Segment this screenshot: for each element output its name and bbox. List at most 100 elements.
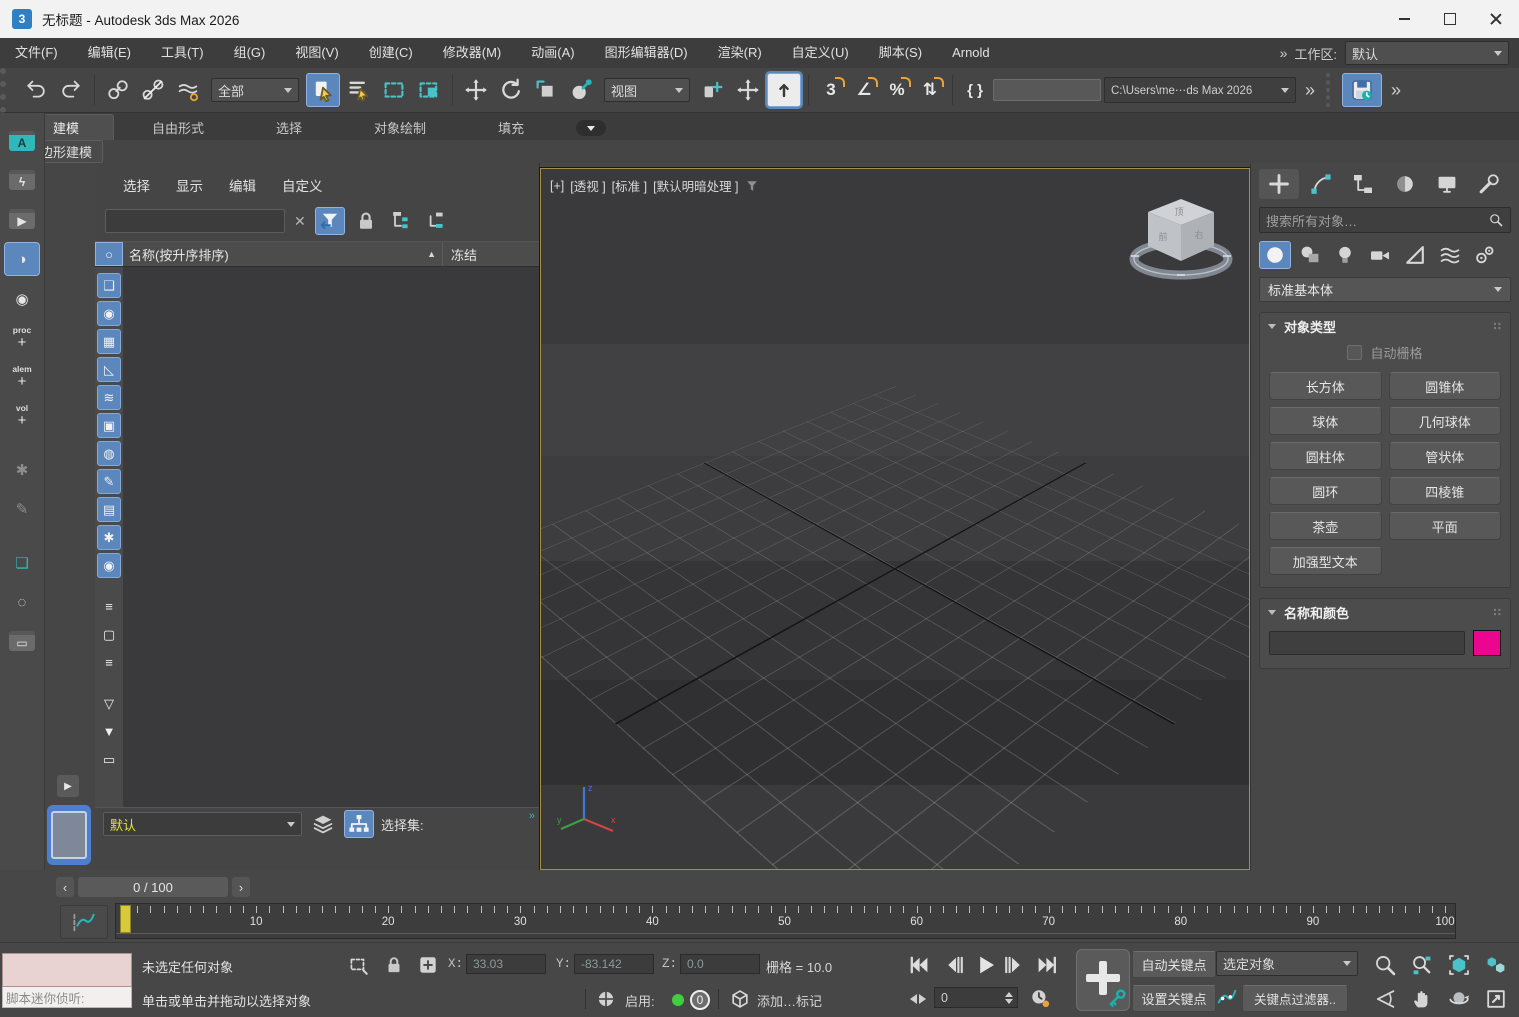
redo-button[interactable] xyxy=(55,74,87,106)
menu-group[interactable]: 组(G) xyxy=(219,38,281,68)
viewport-general-menu[interactable]: [+] xyxy=(549,178,565,194)
menu-views[interactable]: 视图(V) xyxy=(280,38,353,68)
time-tag-icon[interactable] xyxy=(594,988,618,1010)
menu-animation[interactable]: 动画(A) xyxy=(516,38,589,68)
object-type-rollout-header[interactable]: 对象类型 ∷ xyxy=(1260,313,1510,340)
toolbar-drag-handle[interactable] xyxy=(1326,73,1336,107)
select-and-rotate-button[interactable] xyxy=(495,74,527,106)
percent-snap-button[interactable]: % xyxy=(882,74,912,106)
zoom-all-button[interactable] xyxy=(1405,949,1439,980)
menu-edit[interactable]: 编辑(E) xyxy=(73,38,146,68)
sidebar-panel-bolt-icon[interactable]: ϟ xyxy=(5,164,39,196)
field-of-view-button[interactable] xyxy=(1368,983,1402,1014)
unlink-selection-button[interactable] xyxy=(137,74,169,106)
menu-file[interactable]: 文件(F) xyxy=(0,38,73,68)
create-sphere-button[interactable]: 球体 xyxy=(1269,407,1382,435)
explorer-filter-visibility-icon[interactable]: ◉ xyxy=(97,553,121,578)
set-key-big-button[interactable] xyxy=(1076,949,1130,1011)
sidebar-vol-add-icon[interactable]: vol+ xyxy=(5,400,39,432)
menu-graph-editors[interactable]: 图形编辑器(D) xyxy=(590,38,703,68)
explorer-filter-containers-icon[interactable]: ◍ xyxy=(97,441,121,466)
explorer-filter-helpers-icon[interactable]: ◺ xyxy=(97,357,121,382)
zero-badge[interactable]: 0 xyxy=(690,990,710,1010)
sidebar-pose-list-icon[interactable]: ✎ xyxy=(5,493,39,525)
explorer-filter-funnel-config-icon[interactable]: ▼ xyxy=(97,719,121,744)
create-pyramid-button[interactable]: 四棱锥 xyxy=(1389,477,1502,505)
explorer-filter-frames-icon[interactable]: ▤ xyxy=(97,497,121,522)
explorer-filter-groups-icon[interactable]: ▣ xyxy=(97,413,121,438)
menu-rendering[interactable]: 渲染(R) xyxy=(703,38,777,68)
menu-arnold[interactable]: Arnold xyxy=(937,38,1005,68)
category-systems-button[interactable] xyxy=(1469,241,1501,269)
x-coordinate-field[interactable]: 33.03 xyxy=(466,954,546,974)
track-bar[interactable]: 102030405060708090100 xyxy=(115,903,1456,939)
spinner-snap-button[interactable]: ⇅ xyxy=(915,74,945,106)
selection-lock-icon[interactable] xyxy=(382,954,406,976)
explorer-search-input[interactable] xyxy=(105,209,285,233)
autobackup-save-button[interactable] xyxy=(1342,73,1382,107)
explorer-filter-funnel-icon[interactable]: ▽ xyxy=(97,691,121,716)
expand-arrow-button[interactable]: ▶ xyxy=(57,775,79,797)
sidebar-panel-play-icon[interactable]: ▶ xyxy=(5,203,39,235)
z-coordinate-field[interactable]: 0.0 xyxy=(680,954,760,974)
sidebar-alem-add-icon[interactable]: alem+ xyxy=(5,361,39,393)
go-to-end-button[interactable] xyxy=(1032,951,1062,979)
explorer-menu-display[interactable]: 显示 xyxy=(170,173,209,197)
scene-object-list[interactable] xyxy=(124,267,539,807)
bind-to-space-warp-button[interactable] xyxy=(172,74,204,106)
workspace-dropdown[interactable]: 默认 xyxy=(1345,41,1509,65)
explorer-filter-view-detail-icon[interactable]: ≡ xyxy=(97,650,121,675)
mini-curve-editor-button[interactable] xyxy=(60,905,108,939)
project-folder-dropdown[interactable]: C:\Users\me⋯ds Max 2026 xyxy=(1104,77,1296,103)
menu-customize[interactable]: 自定义(U) xyxy=(777,38,864,68)
time-configuration-button[interactable] xyxy=(1028,987,1052,1009)
use-pivot-center-button[interactable] xyxy=(697,74,729,106)
explorer-menu-customize[interactable]: 自定义 xyxy=(276,173,329,197)
named-selection-sets-button[interactable]: { } xyxy=(960,74,990,106)
object-name-input[interactable] xyxy=(1269,631,1465,655)
explorer-filter-geometry-icon[interactable]: ❑ xyxy=(97,273,121,298)
maximize-button[interactable] xyxy=(1427,0,1473,38)
explorer-filter-spacewarps-icon[interactable]: ≋ xyxy=(97,385,121,410)
name-color-rollout-header[interactable]: 名称和颜色 ∷ xyxy=(1260,599,1510,626)
hierarchy-view-button[interactable] xyxy=(344,810,374,838)
create-torus-button[interactable]: 圆环 xyxy=(1269,477,1382,505)
select-column-header[interactable]: ○ xyxy=(95,242,123,266)
toolbar-overflow-chevron[interactable]: » xyxy=(1305,80,1314,101)
go-to-start-button[interactable] xyxy=(904,951,934,979)
listener-macro-line[interactable] xyxy=(2,953,132,987)
create-geosphere-button[interactable]: 几何球体 xyxy=(1389,407,1502,435)
move-gizmo-button[interactable] xyxy=(732,74,764,106)
sidebar-light-select-icon[interactable]: ◌ xyxy=(5,586,39,618)
previous-key-button[interactable] xyxy=(938,951,968,979)
ribbon-minimize-button[interactable] xyxy=(576,120,606,136)
menu-create[interactable]: 创建(C) xyxy=(354,38,428,68)
tab-create[interactable] xyxy=(1259,169,1299,199)
isolate-selection-icon[interactable] xyxy=(346,954,370,976)
undo-button[interactable] xyxy=(20,74,52,106)
active-layer-swatch[interactable] xyxy=(47,805,91,865)
create-cone-button[interactable]: 圆锥体 xyxy=(1389,372,1502,400)
category-shapes-button[interactable] xyxy=(1294,241,1326,269)
sidebar-viewport-shading-icon[interactable]: ◑ xyxy=(4,242,40,276)
sidebar-light-a-icon[interactable]: ◉ xyxy=(5,283,39,315)
select-and-link-button[interactable] xyxy=(102,74,134,106)
sidebar-rig-pose-icon[interactable]: ✱ xyxy=(5,454,39,486)
zoom-button[interactable] xyxy=(1368,949,1402,980)
absolute-offset-toggle-icon[interactable] xyxy=(416,954,440,976)
explorer-filter-cameras-icon[interactable]: ▦ xyxy=(97,329,121,354)
clear-search-icon[interactable]: ✕ xyxy=(292,213,308,230)
time-marker[interactable] xyxy=(120,905,131,933)
named-selection-input[interactable] xyxy=(993,79,1101,101)
explorer-filter-view-blank-icon[interactable]: ▢ xyxy=(97,622,121,647)
ribbon-tab-object-paint[interactable]: 对象绘制 xyxy=(340,115,460,140)
category-geometry-button[interactable] xyxy=(1259,241,1291,269)
category-cameras-button[interactable] xyxy=(1364,241,1396,269)
viewport-render-preset-menu[interactable]: [标准 ] xyxy=(611,175,648,196)
selection-filter-dropdown[interactable]: 全部 xyxy=(211,78,299,102)
rectangular-selection-region-button[interactable] xyxy=(378,74,410,106)
autogrid-checkbox[interactable] xyxy=(1347,345,1362,360)
expand-hierarchy-button[interactable] xyxy=(387,208,415,234)
sidebar-window-pair-icon[interactable]: ▭ xyxy=(5,625,39,657)
next-key-button[interactable] xyxy=(1000,951,1030,979)
